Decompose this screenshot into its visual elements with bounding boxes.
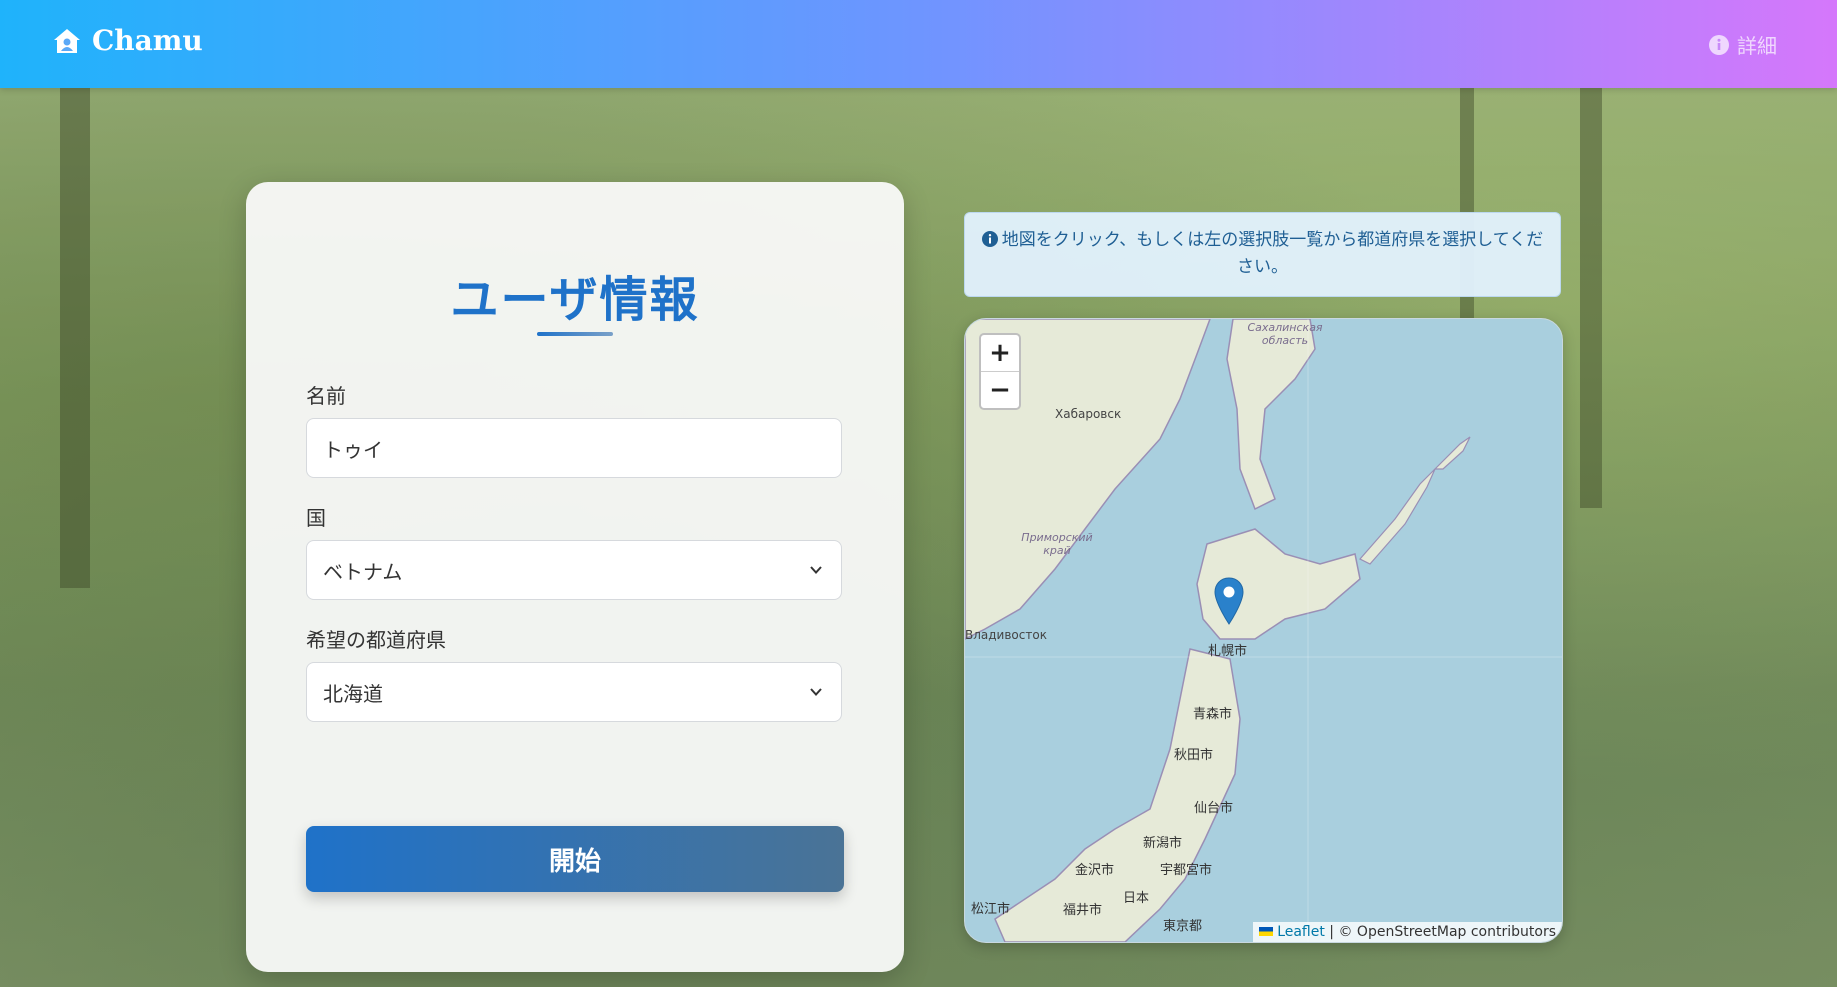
prefecture-label: 希望の都道府県 [306, 628, 446, 652]
map-label-aomori: 青森市 [1193, 707, 1233, 722]
country-select[interactable]: ベトナム [306, 540, 842, 600]
info-icon [1709, 34, 1729, 55]
details-link[interactable]: 詳細 [1709, 30, 1777, 59]
map-label-akita: 秋田市 [1174, 748, 1214, 763]
map-label-khabarovsk: Хабаровск [1055, 407, 1122, 421]
map-label-sendai: 仙台市 [1194, 801, 1234, 816]
ukraine-flag-icon [1258, 927, 1273, 936]
map-label-tokyo: 東京都 [1163, 919, 1203, 934]
title-underline [537, 332, 613, 336]
map-label-fukui: 福井市 [1063, 903, 1103, 918]
prefecture-value: 北海道 [323, 681, 383, 706]
map-label-utsunomiya: 宇都宮市 [1160, 863, 1213, 878]
page-title: ユーザ情報 [450, 272, 700, 328]
map-marker-icon[interactable] [1214, 577, 1244, 625]
map-label-kanazawa: 金沢市 [1075, 863, 1115, 878]
map-label-sapporo: 札幌市 [1208, 644, 1248, 659]
osm-attribution: | © OpenStreetMap contributors [1324, 924, 1556, 940]
chevron-down-icon [810, 688, 822, 696]
brand-name: Chamu [92, 24, 203, 57]
map-attribution: Leaflet | © OpenStreetMap contributors [1252, 922, 1562, 942]
prefecture-map[interactable]: Сахалинская область Хабаровск Приморский… [964, 318, 1563, 943]
name-label: 名前 [306, 384, 346, 408]
country-value: ベトナム [323, 559, 403, 584]
zoom-out-button[interactable]: − [981, 371, 1019, 408]
name-input[interactable]: トゥイ [306, 418, 842, 478]
zoom-control: + − [979, 333, 1021, 410]
map-label-niigata: 新潟市 [1143, 836, 1183, 851]
map-label-primorsky: Приморский край [1021, 531, 1093, 557]
info-circle-icon [981, 231, 998, 247]
info-alert: 地図をクリック、もしくは左の選択肢一覧から都道府県を選択してください。 [964, 212, 1561, 297]
home-user-icon [54, 28, 80, 53]
chevron-down-icon [810, 566, 822, 574]
navbar: Chamu 詳細 [0, 0, 1837, 88]
user-info-card: ユーザ情報 名前 トゥイ 国 ベトナム 希望の都道府県 北海道 開始 [246, 182, 904, 972]
prefecture-select[interactable]: 北海道 [306, 662, 842, 722]
brand-link[interactable]: Chamu [52, 24, 203, 57]
info-message: 地図をクリック、もしくは左の選択肢一覧から都道府県を選択してください。 [1001, 230, 1544, 277]
country-label: 国 [306, 506, 326, 530]
zoom-in-button[interactable]: + [981, 335, 1019, 371]
details-label: 詳細 [1737, 34, 1777, 58]
start-button[interactable]: 開始 [306, 826, 844, 892]
map-label-vladivostok: Владивосток [965, 628, 1047, 642]
map-label-japan: 日本 [1123, 891, 1150, 906]
map-label-sakhalin: Сахалинская область [1247, 321, 1323, 347]
name-value: トゥイ [323, 437, 383, 462]
leaflet-link[interactable]: Leaflet [1277, 924, 1325, 940]
map-label-matsue: 松江市 [971, 902, 1011, 917]
